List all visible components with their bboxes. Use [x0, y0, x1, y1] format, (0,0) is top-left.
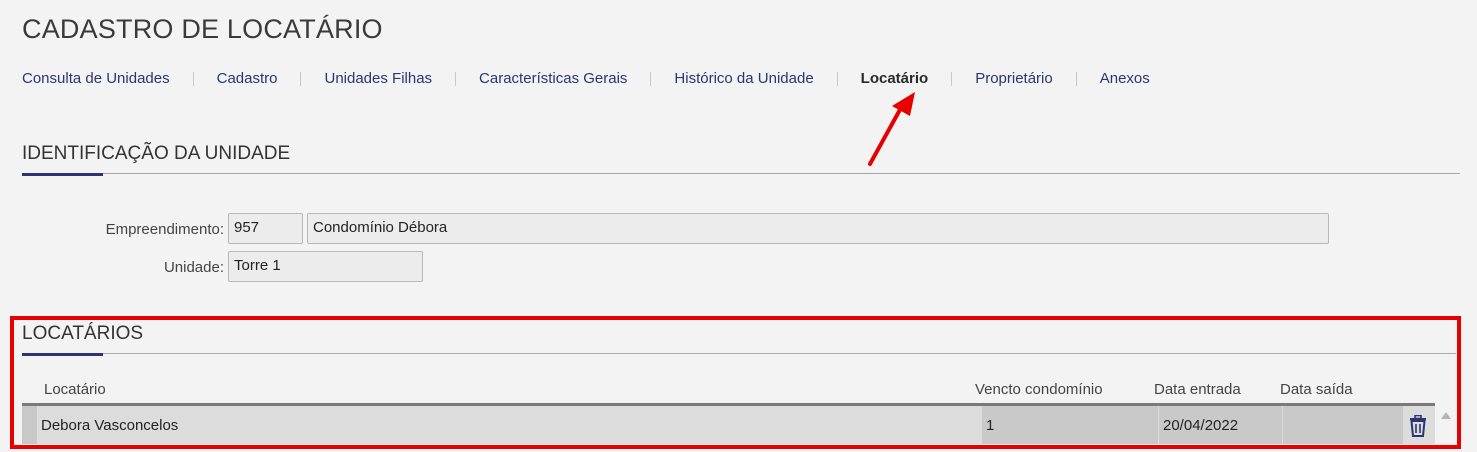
- tab-historico-da-unidade[interactable]: Histórico da Unidade: [674, 70, 813, 87]
- section-divider: [22, 173, 1460, 174]
- tab-anexos[interactable]: Anexos: [1100, 70, 1150, 87]
- tab-caracteristicas-gerais[interactable]: Características Gerais: [479, 70, 627, 87]
- highlight-annotation-box: [10, 316, 1461, 449]
- empreendimento-code-field[interactable]: 957: [228, 213, 303, 244]
- page-title: CADASTRO DE LOCATÁRIO: [22, 14, 383, 44]
- red-arrow-annotation-icon: [868, 92, 915, 166]
- tab-consulta-de-unidades[interactable]: Consulta de Unidades: [22, 70, 170, 87]
- tab-separator: [300, 71, 302, 86]
- tab-separator: [1075, 71, 1077, 86]
- tab-separator: [650, 71, 652, 86]
- tab-locatario[interactable]: Locatário: [861, 70, 929, 87]
- tab-bar: Consulta de Unidades Cadastro Unidades F…: [22, 70, 1150, 87]
- tab-separator: [836, 71, 838, 86]
- unidade-field[interactable]: Torre 1: [228, 251, 423, 282]
- tab-unidades-filhas[interactable]: Unidades Filhas: [324, 70, 432, 87]
- empreendimento-label: Empreendimento:: [105, 221, 224, 238]
- tab-cadastro[interactable]: Cadastro: [217, 70, 278, 87]
- tab-separator: [192, 71, 194, 86]
- page: CADASTRO DE LOCATÁRIO Consulta de Unidad…: [0, 0, 1477, 452]
- tab-separator: [455, 71, 457, 86]
- section-title-identificacao: IDENTIFICAÇÃO DA UNIDADE: [22, 143, 291, 164]
- empreendimento-name-field[interactable]: Condomínio Débora: [307, 213, 1329, 244]
- section-accent-bar: [22, 173, 103, 176]
- unidade-label: Unidade:: [163, 259, 224, 276]
- tab-proprietario[interactable]: Proprietário: [975, 70, 1053, 87]
- tab-separator: [951, 71, 953, 86]
